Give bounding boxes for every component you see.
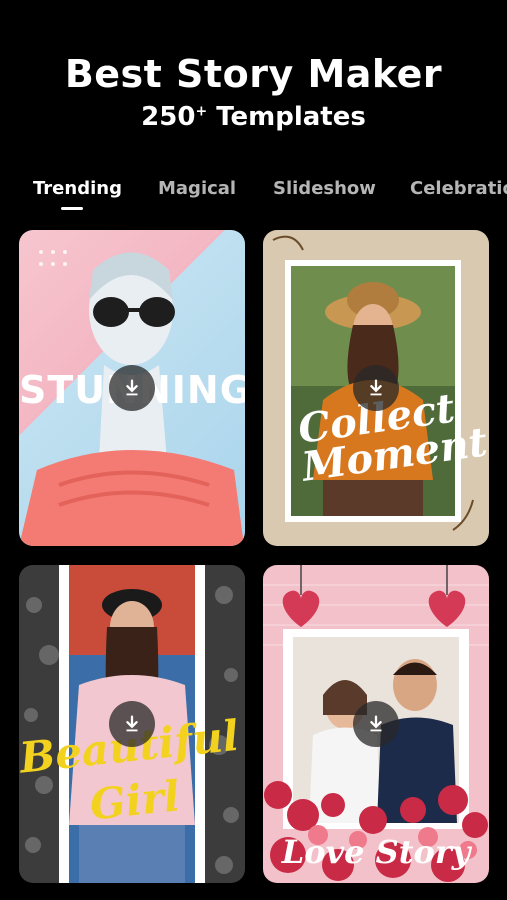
tab-slideshow[interactable]: Slideshow xyxy=(273,178,376,199)
download-button[interactable] xyxy=(109,365,155,411)
download-icon xyxy=(126,379,138,396)
download-icon xyxy=(370,715,382,732)
download-button[interactable] xyxy=(353,365,399,411)
active-tab-indicator xyxy=(61,207,83,210)
tab-celebration[interactable]: Celebration xyxy=(410,178,507,199)
tab-magical[interactable]: Magical xyxy=(158,178,236,199)
template-card-beautiful-girl[interactable]: BeautifulGirl xyxy=(19,565,245,883)
title-line-2: Girl xyxy=(87,771,183,830)
download-icon xyxy=(126,715,138,732)
template-card-love-story[interactable]: Love Story xyxy=(263,565,489,883)
tab-trending[interactable]: Trending xyxy=(33,178,122,199)
subtitle-rest: Templates xyxy=(207,102,366,132)
subtitle-count: 250 xyxy=(141,102,196,132)
download-icon xyxy=(370,379,382,396)
category-tabs: Trending Magical Slideshow Celebration xyxy=(0,176,507,216)
template-title-text: Love Story xyxy=(281,833,471,871)
template-card-stunning[interactable]: STUNNING xyxy=(19,230,245,546)
template-card-collect-moment[interactable]: Collect Moment xyxy=(263,230,489,546)
page-subtitle: 250+ Templates xyxy=(0,102,507,132)
page-title: Best Story Maker xyxy=(64,52,443,96)
download-button[interactable] xyxy=(109,701,155,747)
subtitle-plus: + xyxy=(195,103,208,120)
download-button[interactable] xyxy=(353,701,399,747)
